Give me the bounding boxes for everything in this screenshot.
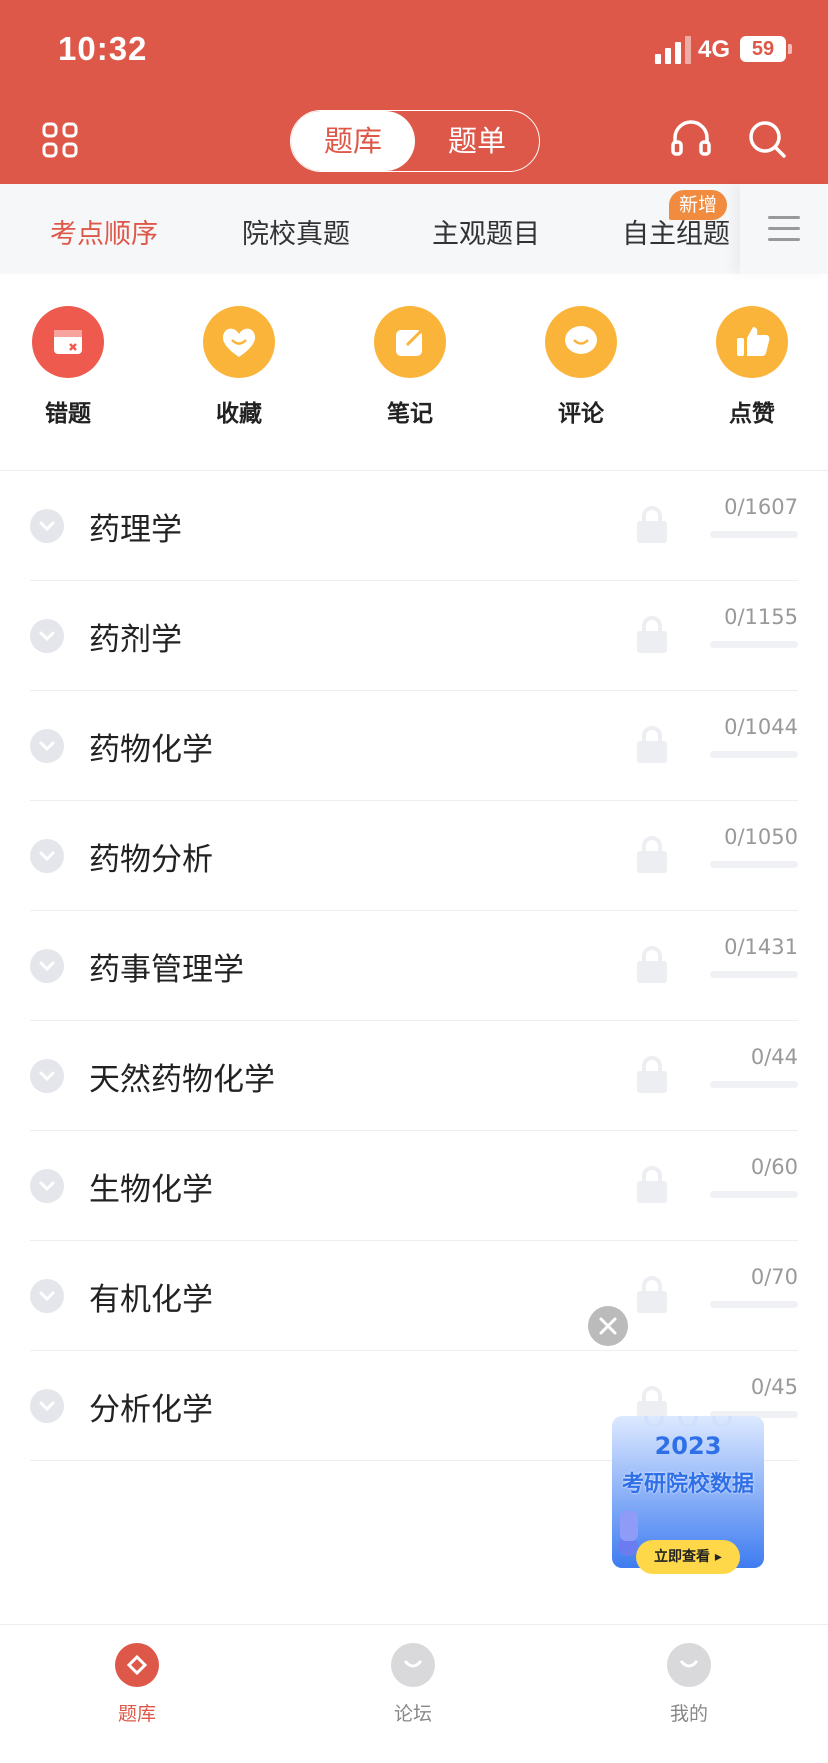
- chevron-down-icon[interactable]: [30, 1279, 64, 1313]
- ad-view-button[interactable]: 立即查看 ▸: [636, 1540, 740, 1574]
- battery-icon: 59: [740, 36, 792, 62]
- chevron-down-icon[interactable]: [30, 619, 64, 653]
- subject-progress-bar: [710, 531, 798, 538]
- network-type: 4G: [698, 36, 731, 63]
- subject-row[interactable]: 药剂学 0/1155: [30, 581, 798, 691]
- shortcut-wrong-questions[interactable]: 错题: [13, 306, 123, 428]
- chevron-down-icon[interactable]: [30, 1059, 64, 1093]
- comment-icon: [545, 306, 617, 378]
- headphones-icon[interactable]: [670, 118, 712, 160]
- tab-school-exams[interactable]: 院校真题: [242, 212, 350, 251]
- signal-icon: [655, 36, 691, 64]
- subject-name: 药事管理学: [89, 952, 244, 988]
- chevron-down-icon[interactable]: [30, 949, 64, 983]
- subject-list: 药理学 0/1607 药剂学 0/1155 药物化学 0/1044 药物分析 0/1050 药事…: [0, 471, 828, 1461]
- subject-row[interactable]: 天然药物化学 0/44: [30, 1021, 798, 1131]
- nav-mine[interactable]: 我的: [629, 1643, 749, 1726]
- subject-name: 药物化学: [89, 732, 213, 768]
- subject-count: 0/1431: [724, 935, 798, 959]
- forum-icon: [391, 1643, 435, 1687]
- lock-icon: [637, 1166, 667, 1203]
- ad-title: 考研院校数据: [621, 1472, 754, 1497]
- thumbs-up-icon: [716, 306, 788, 378]
- new-badge: 新增: [669, 190, 728, 220]
- subject-name: 天然药物化学: [89, 1062, 275, 1098]
- lock-icon: [637, 836, 667, 873]
- search-icon[interactable]: [746, 118, 788, 160]
- wrong-questions-icon: [32, 306, 104, 378]
- bank-list-toggle: 题库 题单: [290, 110, 540, 172]
- shortcut-comments[interactable]: 评论: [526, 306, 636, 428]
- subject-progress-bar: [710, 1081, 798, 1088]
- subject-count: 0/1044: [724, 715, 798, 739]
- grid-menu-icon[interactable]: [42, 122, 78, 158]
- tab-subjective[interactable]: 主观题目: [432, 212, 540, 251]
- ad-year: 2023: [654, 1432, 722, 1460]
- chevron-down-icon[interactable]: [30, 1169, 64, 1203]
- subject-name: 生物化学: [89, 1172, 213, 1208]
- lock-icon: [637, 946, 667, 983]
- subject-row[interactable]: 药物分析 0/1050: [30, 801, 798, 911]
- lock-icon: [637, 616, 667, 653]
- status-time: 10:32: [58, 30, 148, 67]
- subject-row[interactable]: 药事管理学 0/1431: [30, 911, 798, 1021]
- subject-row[interactable]: 生物化学 0/60: [30, 1131, 798, 1241]
- chevron-down-icon[interactable]: [30, 729, 64, 763]
- status-bar: 10:32 4G 59: [0, 0, 828, 100]
- chevron-down-icon[interactable]: [30, 1389, 64, 1423]
- profile-icon: [667, 1643, 711, 1687]
- subject-name: 药物分析: [89, 842, 213, 878]
- subject-progress-bar: [710, 1301, 798, 1308]
- shortcut-notes[interactable]: 笔记: [355, 306, 465, 428]
- nav-forum[interactable]: 论坛: [353, 1643, 473, 1726]
- subject-row[interactable]: 有机化学 0/70: [30, 1241, 798, 1351]
- lock-icon: [637, 1056, 667, 1093]
- tab-question-bank[interactable]: 题库: [291, 111, 415, 171]
- subject-progress-bar: [710, 1191, 798, 1198]
- subject-count: 0/1607: [724, 495, 798, 519]
- subject-row[interactable]: 药理学 0/1607: [30, 471, 798, 581]
- chevron-down-icon[interactable]: [30, 509, 64, 543]
- chevron-down-icon[interactable]: [30, 839, 64, 873]
- lock-icon: [637, 726, 667, 763]
- subject-count: 0/1050: [724, 825, 798, 849]
- subject-name: 药剂学: [89, 622, 182, 658]
- shortcut-bar: 错题 收藏 笔记 评论 点赞: [0, 274, 828, 471]
- tabs-menu-button[interactable]: [740, 184, 828, 274]
- lock-icon: [637, 1276, 667, 1313]
- note-icon: [374, 306, 446, 378]
- tab-question-list[interactable]: 题单: [415, 111, 539, 171]
- subject-progress-bar: [710, 641, 798, 648]
- heart-icon: [203, 306, 275, 378]
- subject-count: 0/44: [750, 1045, 798, 1069]
- shortcut-favorites[interactable]: 收藏: [184, 306, 294, 428]
- ad-close-button[interactable]: [588, 1306, 628, 1346]
- subject-count: 0/60: [750, 1155, 798, 1179]
- battery-level: 59: [751, 38, 775, 60]
- subject-name: 药理学: [89, 512, 182, 548]
- subject-name: 有机化学: [89, 1282, 213, 1318]
- question-bank-icon: [115, 1643, 159, 1687]
- shortcut-likes[interactable]: 点赞: [697, 306, 807, 428]
- subject-count: 0/45: [750, 1375, 798, 1399]
- subject-row[interactable]: 药物化学 0/1044: [30, 691, 798, 801]
- subject-count: 0/1155: [724, 605, 798, 629]
- lock-icon: [637, 506, 667, 543]
- nav-question-bank[interactable]: 题库: [77, 1643, 197, 1726]
- subject-name: 分析化学: [89, 1392, 213, 1428]
- bottom-nav: 题库 论坛 我的: [0, 1624, 828, 1763]
- subject-progress-bar: [710, 971, 798, 978]
- subject-count: 0/70: [750, 1265, 798, 1289]
- app-header: 10:32 4G 59 题库 题单: [0, 0, 828, 184]
- close-icon: [599, 1317, 617, 1335]
- hamburger-icon: [768, 216, 800, 241]
- tab-kaodian-order[interactable]: 考点顺序: [50, 212, 158, 251]
- subject-progress-bar: [710, 751, 798, 758]
- subject-progress-bar: [710, 861, 798, 868]
